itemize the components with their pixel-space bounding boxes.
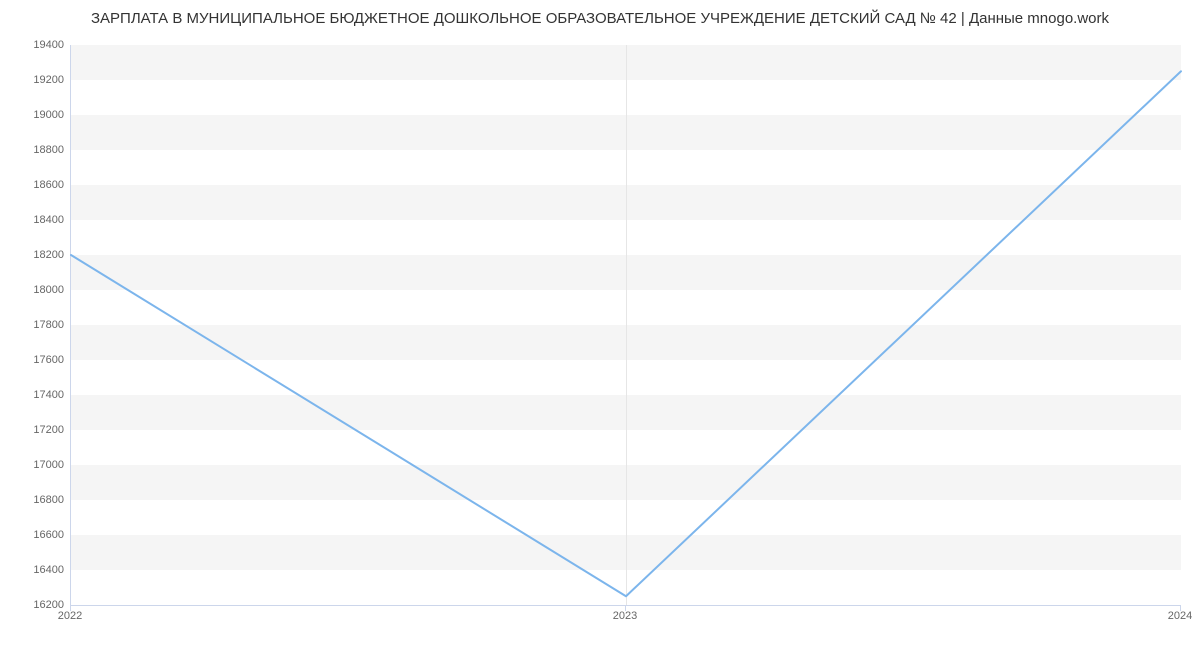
y-tick-label: 17400 [4,389,64,401]
x-tick-label: 2024 [1168,610,1192,622]
y-tick-label: 16600 [4,529,64,541]
salary-line-chart: ЗАРПЛАТА В МУНИЦИПАЛЬНОЕ БЮДЖЕТНОЕ ДОШКО… [0,0,1200,650]
y-tick-label: 17600 [4,354,64,366]
y-tick-label: 19000 [4,109,64,121]
plot-area [70,45,1181,606]
series-line [71,71,1181,596]
y-tick-label: 17800 [4,319,64,331]
y-tick-label: 16200 [4,599,64,611]
y-tick-label: 18000 [4,284,64,296]
y-tick-label: 17000 [4,459,64,471]
y-tick-label: 18600 [4,179,64,191]
y-tick-label: 17200 [4,424,64,436]
y-tick-label: 18400 [4,214,64,226]
y-tick-label: 18200 [4,249,64,261]
y-tick-label: 18800 [4,144,64,156]
y-tick-label: 19400 [4,39,64,51]
y-tick-label: 19200 [4,74,64,86]
x-tick-label: 2023 [613,610,637,622]
x-tick-label: 2022 [58,610,82,622]
chart-title: ЗАРПЛАТА В МУНИЦИПАЛЬНОЕ БЮДЖЕТНОЕ ДОШКО… [0,10,1200,27]
y-tick-label: 16800 [4,494,64,506]
line-layer [71,45,1181,605]
y-tick-label: 16400 [4,564,64,576]
